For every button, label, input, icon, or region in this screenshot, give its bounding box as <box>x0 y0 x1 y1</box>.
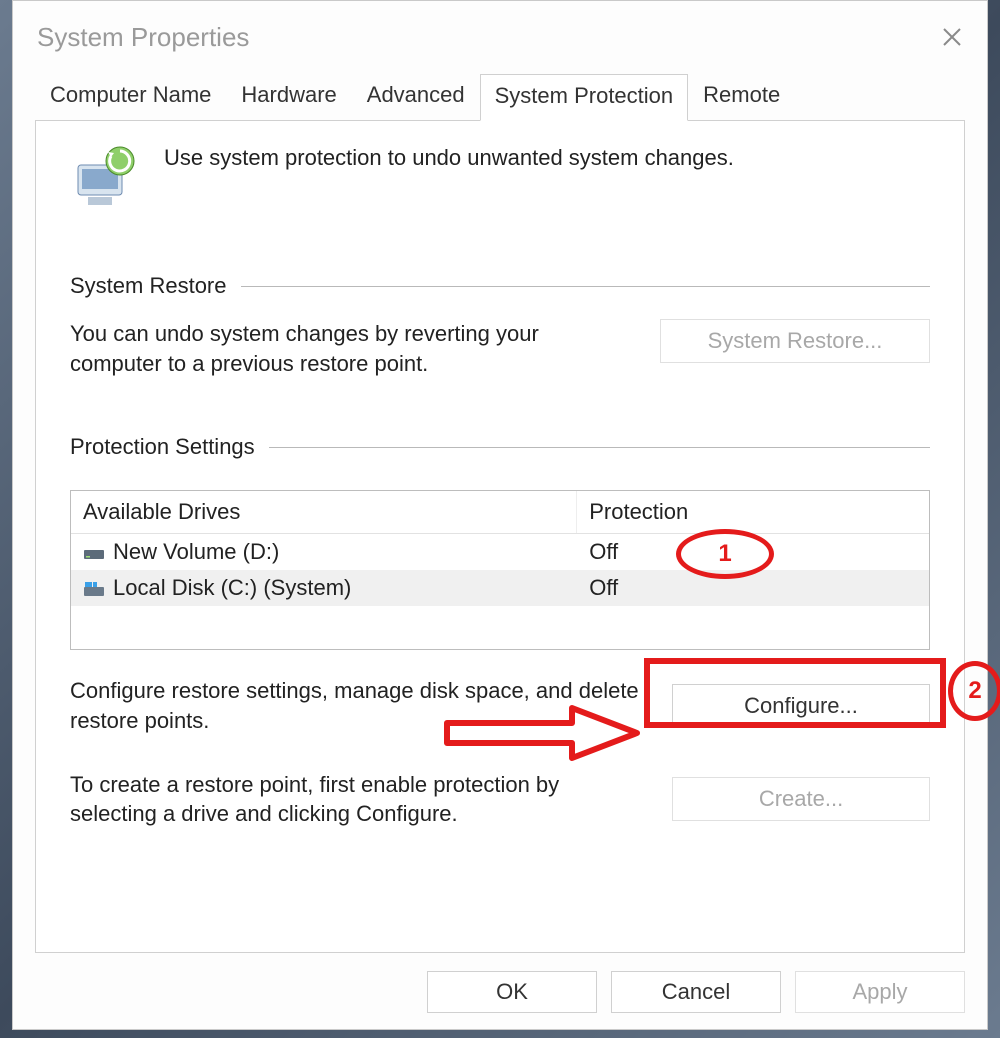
restore-description: You can undo system changes by reverting… <box>70 319 634 378</box>
system-drive-icon <box>83 579 105 597</box>
create-description: To create a restore point, first enable … <box>70 770 646 829</box>
tab-panel-system-protection: Use system protection to undo unwanted s… <box>35 121 965 953</box>
group-title-protection: Protection Settings <box>70 434 255 460</box>
drive-protection: Off <box>577 537 929 567</box>
col-protection: Protection <box>577 491 929 533</box>
group-system-restore: System Restore <box>70 273 930 299</box>
system-restore-button[interactable]: System Restore... <box>660 319 930 363</box>
tab-computer-name[interactable]: Computer Name <box>35 73 226 120</box>
intro-row: Use system protection to undo unwanted s… <box>70 143 930 215</box>
restore-row: You can undo system changes by reverting… <box>70 319 930 378</box>
table-header: Available Drives Protection <box>71 491 929 534</box>
tab-system-protection[interactable]: System Protection <box>480 74 689 121</box>
drive-protection: Off <box>577 573 929 603</box>
drive-name: New Volume (D:) <box>113 539 279 565</box>
window-title: System Properties <box>37 22 249 53</box>
drive-icon <box>83 543 105 561</box>
configure-description: Configure restore settings, manage disk … <box>70 676 646 735</box>
tab-advanced[interactable]: Advanced <box>352 73 480 120</box>
cancel-button[interactable]: Cancel <box>611 971 781 1013</box>
configure-row: Configure restore settings, manage disk … <box>70 676 930 735</box>
group-title-restore: System Restore <box>70 273 227 299</box>
system-protection-icon <box>70 143 142 215</box>
table-row[interactable]: New Volume (D:) Off <box>71 534 929 570</box>
titlebar: System Properties <box>13 1 987 73</box>
ok-button[interactable]: OK <box>427 971 597 1013</box>
drive-name: Local Disk (C:) (System) <box>113 575 351 601</box>
intro-text: Use system protection to undo unwanted s… <box>164 145 734 171</box>
table-row[interactable]: Local Disk (C:) (System) Off <box>71 570 929 606</box>
create-row: To create a restore point, first enable … <box>70 770 930 829</box>
drives-table[interactable]: Available Drives Protection New Volume (… <box>70 490 930 650</box>
tab-remote[interactable]: Remote <box>688 73 795 120</box>
dialog-footer: OK Cancel Apply <box>35 971 965 1013</box>
apply-button[interactable]: Apply <box>795 971 965 1013</box>
close-icon[interactable] <box>937 22 967 52</box>
col-available-drives: Available Drives <box>71 491 577 533</box>
group-protection-settings: Protection Settings <box>70 434 930 460</box>
tabstrip: Computer Name Hardware Advanced System P… <box>35 73 965 121</box>
system-properties-window: System Properties Computer Name Hardware… <box>12 0 988 1030</box>
tab-hardware[interactable]: Hardware <box>226 73 351 120</box>
create-button[interactable]: Create... <box>672 777 930 821</box>
configure-button[interactable]: Configure... <box>672 684 930 728</box>
